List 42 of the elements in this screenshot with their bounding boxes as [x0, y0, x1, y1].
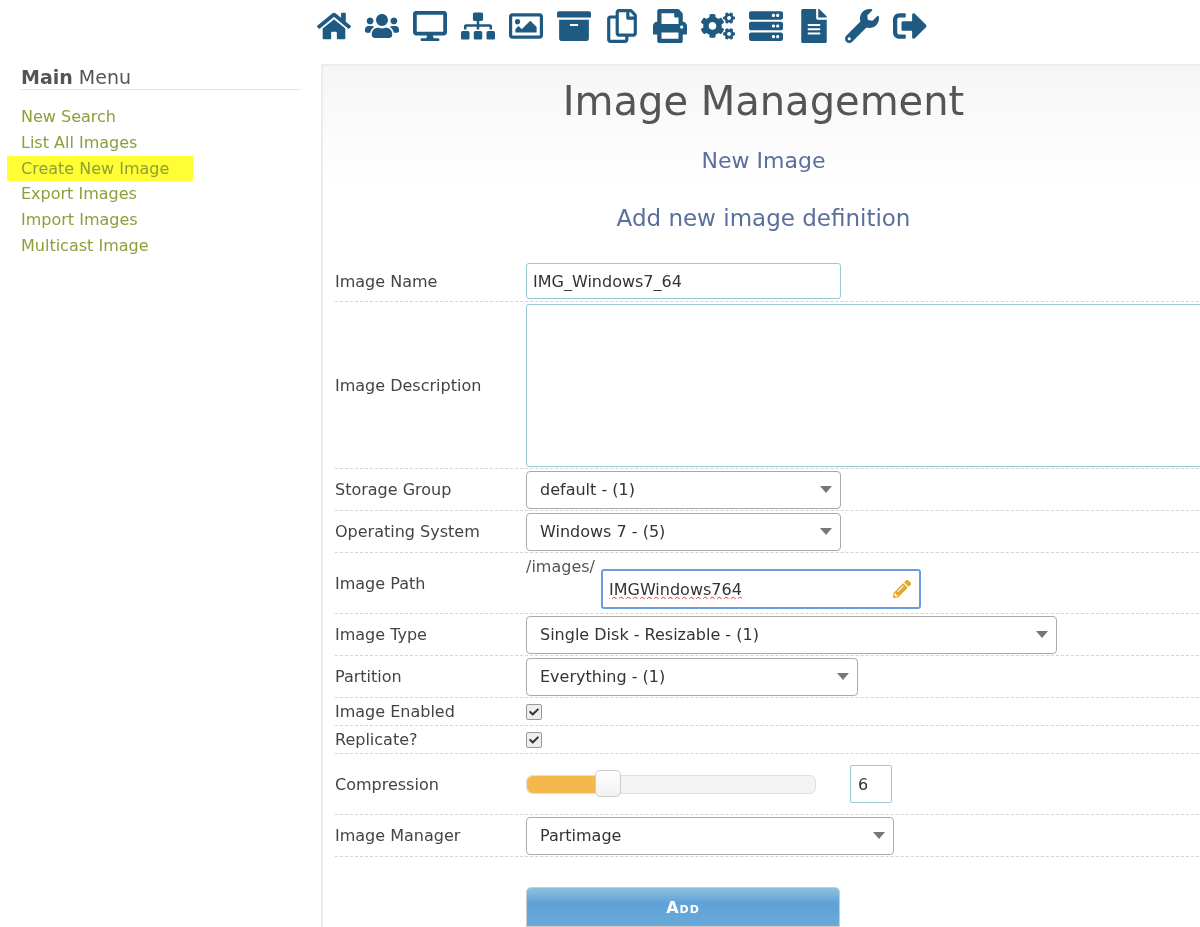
printer-icon[interactable] — [653, 8, 687, 43]
field-label: Image Name — [335, 271, 439, 291]
caret-icon — [837, 673, 849, 680]
compression-field[interactable]: 6 — [850, 765, 892, 803]
archive-box-icon[interactable] — [557, 8, 591, 43]
caret-icon — [1036, 631, 1048, 638]
dropdown[interactable]: Everything - (1) — [526, 657, 858, 696]
field-label: Image Enabled — [335, 702, 456, 721]
wrench-icon[interactable] — [845, 8, 879, 43]
page-title: Image Management — [561, 78, 966, 124]
copy-icon[interactable] — [605, 8, 639, 43]
form-title: Add new image definition — [615, 205, 912, 231]
slider-handle[interactable] — [594, 769, 621, 797]
monitor-icon[interactable] — [413, 8, 447, 43]
server-icon[interactable] — [749, 8, 783, 43]
field-label: Partition — [335, 667, 403, 686]
field-label: Image Path — [335, 573, 427, 593]
field-label: Image Manager — [335, 826, 462, 845]
image-name-field[interactable]: IMG_Windows7_64 — [526, 263, 841, 299]
field-label: Operating System — [335, 522, 481, 541]
check-icon — [529, 706, 539, 717]
caret-icon — [820, 528, 832, 535]
menu-title: Main Menu — [21, 64, 301, 90]
image-path-field[interactable]: IMGWindows764 — [600, 569, 921, 609]
field-label: Replicate? — [335, 730, 419, 749]
field-label: Storage Group — [335, 480, 453, 499]
dropdown[interactable]: Windows 7 - (5) — [526, 512, 841, 551]
dropdown[interactable]: Single Disk - Resizable - (1) — [526, 615, 1057, 654]
field-label: Compression — [335, 774, 440, 794]
check-icon — [529, 734, 539, 745]
path-prefix: /images/ — [526, 557, 595, 576]
checkbox[interactable] — [526, 731, 542, 748]
description-field[interactable] — [526, 303, 1200, 467]
caret-icon — [873, 832, 885, 839]
checkbox[interactable] — [526, 703, 542, 720]
pencil-icon — [892, 580, 911, 598]
field-label: Image Description — [335, 375, 483, 395]
caret-icon — [820, 486, 832, 493]
dropdown[interactable]: default - (1) — [526, 470, 841, 509]
field-label: Image Type — [335, 625, 428, 644]
page-subtitle: New Image — [700, 148, 827, 173]
dropdown[interactable]: Partimage — [526, 816, 894, 855]
